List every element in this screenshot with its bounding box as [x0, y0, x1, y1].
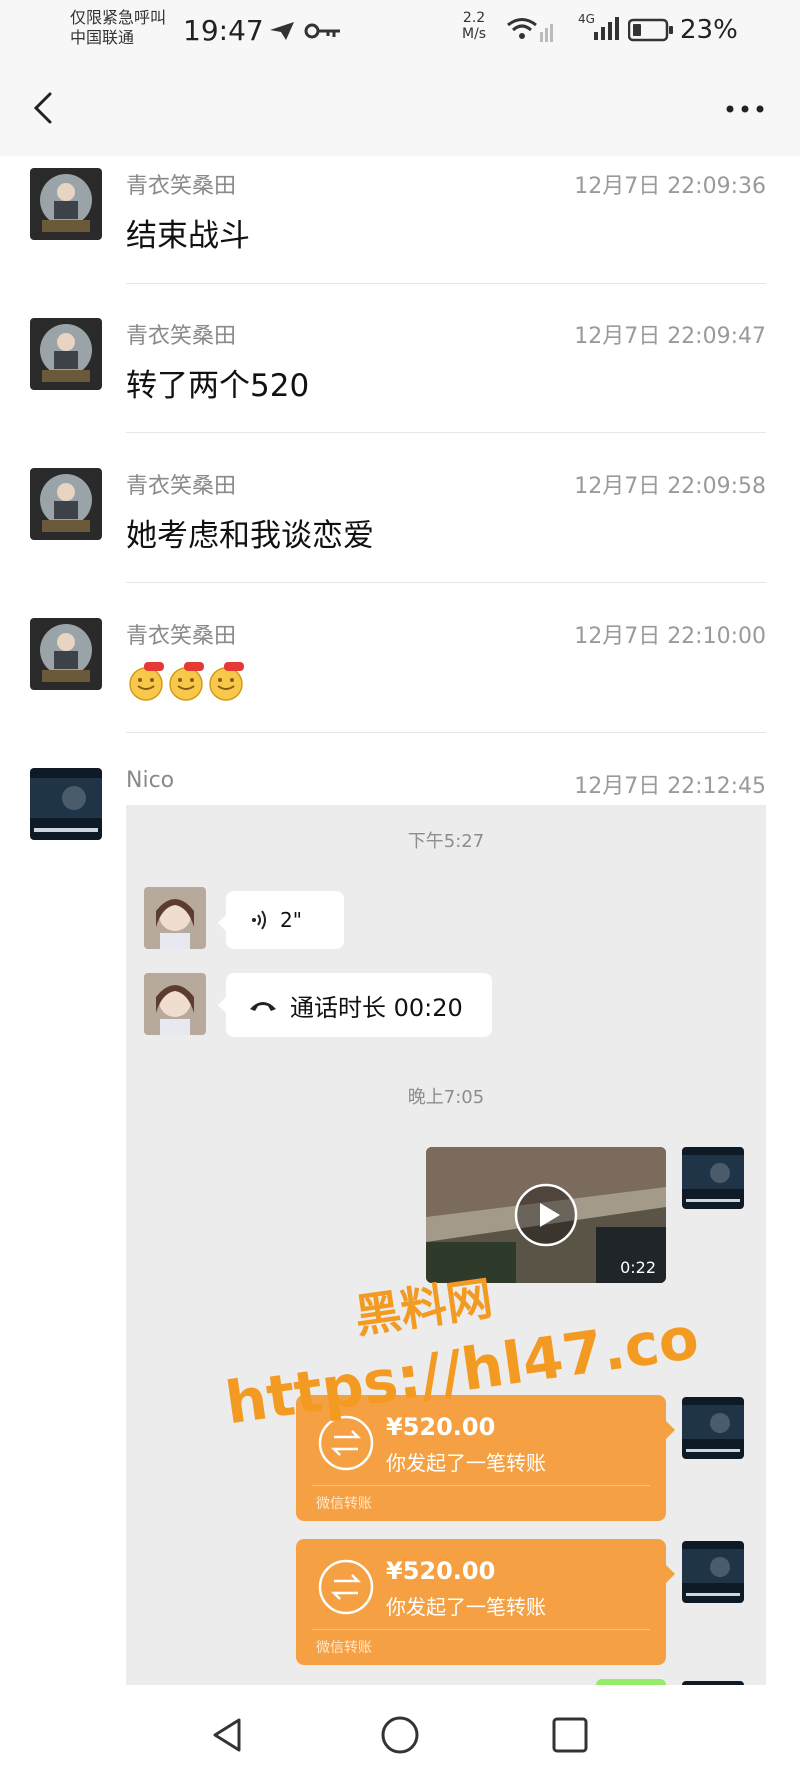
- chat-record[interactable]: 青衣笑桑田 12月7日 22:10:00: [0, 610, 800, 740]
- transfer-description: 你发起了一笔转账: [386, 1451, 546, 1475]
- voice-message[interactable]: 2": [218, 891, 344, 949]
- system-time: 晚上7:05: [407, 1087, 485, 1108]
- transfer-arrows-icon: [318, 1415, 374, 1471]
- nav-back-icon[interactable]: [205, 1712, 251, 1758]
- avatar[interactable]: [30, 618, 102, 690]
- more-dots-icon[interactable]: [720, 94, 770, 124]
- key-icon: [304, 23, 340, 39]
- play-icon[interactable]: [514, 1183, 578, 1247]
- emoji-666-icon: [129, 662, 244, 701]
- divider: [126, 283, 766, 284]
- message-text: 转了两个520: [126, 368, 310, 404]
- video-message[interactable]: 0:22: [426, 1147, 666, 1283]
- net-speed: 2.2 M/s: [462, 10, 486, 42]
- call-duration-text: 通话时长 00:20: [290, 993, 463, 1022]
- message-time: 12月7日 22:10:00: [574, 624, 766, 649]
- transfer-card[interactable]: ¥520.00 你发起了一笔转账 微信转账: [296, 1539, 675, 1665]
- battery-icon: [628, 18, 673, 42]
- chat-record[interactable]: 青衣笑桑田 12月7日 22:09:58 她考虑和我谈恋爱: [0, 460, 800, 590]
- sender-name: 青衣笑桑田: [126, 624, 237, 649]
- transfer-footer: 微信转账: [316, 1496, 372, 1512]
- status-clock: 19:47: [183, 14, 264, 47]
- chat-record[interactable]: 青衣笑桑田 12月7日 22:09:36 结束战斗: [0, 160, 800, 290]
- avatar[interactable]: [30, 468, 102, 540]
- message-text: 结束战斗: [126, 218, 250, 254]
- message-time: 12月7日 22:09:36: [574, 174, 766, 199]
- navigation-bar: [0, 1690, 800, 1777]
- system-time: 下午5:27: [407, 831, 485, 852]
- avatar[interactable]: [30, 768, 102, 840]
- chat-record[interactable]: Nico 12月7日 22:12:45: [0, 760, 800, 840]
- carrier-line1: 仅限紧急呼叫: [70, 8, 167, 27]
- avatar[interactable]: [30, 318, 102, 390]
- net-speed-unit: M/s: [462, 26, 487, 42]
- transfer-description: 你发起了一笔转账: [386, 1595, 546, 1619]
- chat-record[interactable]: 青衣笑桑田 12月7日 22:09:47 转了两个520: [0, 310, 800, 440]
- carrier-info: 仅限紧急呼叫 中国联通: [70, 8, 166, 48]
- avatar: [144, 973, 206, 1035]
- voice-wave-icon: [252, 910, 266, 930]
- transfer-footer: 微信转账: [316, 1640, 372, 1656]
- wifi-icon: [507, 18, 553, 42]
- chevron-left-icon[interactable]: [26, 86, 66, 130]
- transfer-arrows-icon: [318, 1559, 374, 1615]
- status-bar: 仅限紧急呼叫 中国联通 19:47 2.2 M/s 4G 23%: [0, 0, 800, 60]
- sender-name: 青衣笑桑田: [126, 474, 237, 499]
- video-duration: 0:22: [620, 1258, 656, 1277]
- message-time: 12月7日 22:09:47: [574, 324, 766, 349]
- divider: [126, 582, 766, 583]
- phone-hangup-icon: [250, 1002, 276, 1011]
- chat-history-header: [0, 60, 800, 156]
- divider: [126, 732, 766, 733]
- sender-name: Nico: [126, 768, 175, 793]
- avatar: [682, 1541, 744, 1603]
- transfer-card[interactable]: ¥520.00 你发起了一笔转账 微信转账: [296, 1395, 675, 1521]
- carrier-line2: 中国联通: [70, 28, 135, 47]
- sender-name: 青衣笑桑田: [126, 324, 237, 349]
- avatar: [682, 1147, 744, 1209]
- net-speed-value: 2.2: [462, 10, 486, 26]
- call-record-message[interactable]: 通话时长 00:20: [218, 973, 492, 1037]
- message-time: 12月7日 22:12:45: [574, 774, 766, 799]
- avatar: [682, 1681, 744, 1685]
- avatar: [682, 1397, 744, 1459]
- telegram-send-icon: [270, 22, 294, 40]
- cutoff-message-bubble: [596, 1679, 666, 1685]
- divider: [312, 1629, 650, 1630]
- voice-duration: 2": [280, 908, 302, 932]
- message-text: 她考虑和我谈恋爱: [126, 518, 374, 554]
- battery-percent: 23%: [680, 15, 738, 45]
- avatar[interactable]: [30, 168, 102, 240]
- divider: [312, 1485, 650, 1486]
- divider: [126, 432, 766, 433]
- avatar: [144, 887, 206, 949]
- signal-icon: [594, 17, 619, 40]
- sender-name: 青衣笑桑田: [126, 174, 237, 199]
- transfer-amount: ¥520.00: [386, 1413, 496, 1441]
- message-time: 12月7日 22:09:58: [574, 474, 766, 499]
- transfer-amount: ¥520.00: [386, 1557, 496, 1585]
- nav-recents-icon[interactable]: [547, 1712, 593, 1758]
- forwarded-chat-image[interactable]: 下午5:27 2" 通话时长 00:20 晚上7:05 0:22 ¥520.00…: [126, 805, 766, 1685]
- nav-home-icon[interactable]: [377, 1712, 423, 1758]
